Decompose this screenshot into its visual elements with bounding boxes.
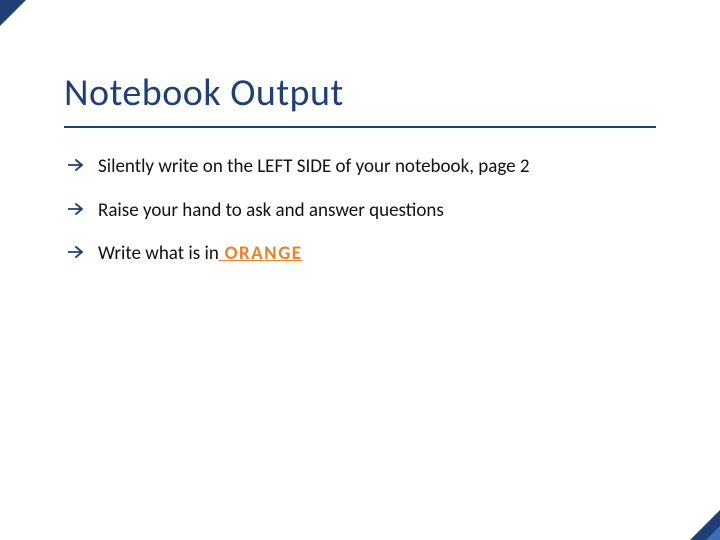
list-item: Raise your hand to ask and answer questi… <box>98 198 656 224</box>
corner-fold-top-left <box>0 0 26 26</box>
list-item-text-emphasis: ORANGE <box>219 242 303 265</box>
bullet-list: Silently write on the LEFT SIDE of your … <box>64 154 656 267</box>
arrow-bullet-icon <box>68 158 86 172</box>
arrow-bullet-icon <box>68 202 86 216</box>
horizontal-rule <box>64 126 656 128</box>
slide-content: Notebook Output Silently write on the LE… <box>0 0 720 267</box>
slide: Notebook Output Silently write on the LE… <box>0 0 720 540</box>
list-item-text: Raise your hand to ask and answer questi… <box>98 199 444 222</box>
list-item-text-prefix: Write what is in <box>98 242 219 265</box>
list-item-text: Silently write on the LEFT SIDE of your … <box>98 155 530 178</box>
arrow-bullet-icon <box>68 245 86 259</box>
list-item: Write what is in ORANGE <box>98 241 656 267</box>
list-item: Silently write on the LEFT SIDE of your … <box>98 154 656 180</box>
slide-title: Notebook Output <box>64 70 656 116</box>
corner-fold-bottom-right-inner <box>706 526 720 540</box>
